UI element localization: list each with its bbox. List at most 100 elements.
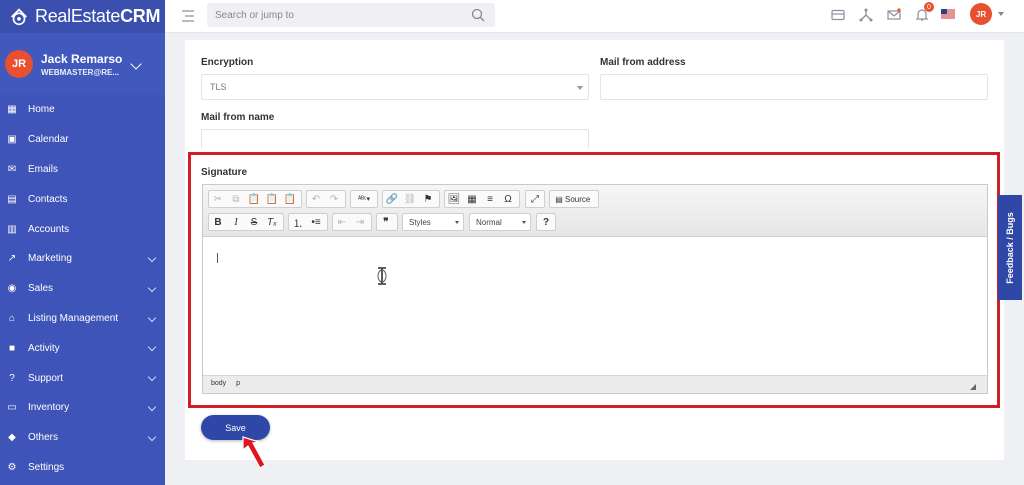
mail-from-name-input[interactable] bbox=[201, 129, 589, 149]
paste-icon[interactable]: 📋 bbox=[245, 191, 263, 207]
ibeam-cursor-icon bbox=[377, 267, 387, 285]
blockquote-icon[interactable]: ❞ bbox=[377, 214, 395, 230]
sidebar-item-listing-management[interactable]: ⌂ Listing Management bbox=[0, 304, 165, 334]
path-body[interactable]: body bbox=[211, 380, 226, 387]
trend-icon: ↗ bbox=[7, 253, 17, 265]
sidebar-item-others[interactable]: ◆ Others bbox=[0, 423, 165, 453]
feedback-tab[interactable]: Feedback / Bugs bbox=[998, 195, 1022, 300]
outdent-icon[interactable]: ⇤ bbox=[333, 214, 351, 230]
list-group: ⒈ •≡ bbox=[288, 213, 328, 231]
spellcheck-group: ᴬᴮᶜ▾ bbox=[350, 190, 378, 208]
search-icon[interactable] bbox=[471, 8, 485, 22]
redo-icon[interactable]: ↷ bbox=[325, 191, 343, 207]
sidebar-item-label: Support bbox=[28, 372, 64, 384]
sidebar-item-label: Inventory bbox=[28, 402, 70, 414]
remove-format-icon[interactable]: Tₓ bbox=[263, 214, 281, 230]
undo-group: ↶ ↷ bbox=[306, 190, 346, 208]
chevron-down-icon[interactable] bbox=[147, 343, 157, 352]
numbered-list-icon[interactable]: ⒈ bbox=[289, 214, 307, 230]
undo-icon[interactable]: ↶ bbox=[307, 191, 325, 207]
contact-card-icon: ▤ bbox=[7, 193, 17, 205]
search-input[interactable] bbox=[207, 3, 457, 27]
blockquote-group: ❞ bbox=[376, 213, 398, 231]
briefcase-icon: ■ bbox=[8, 342, 16, 354]
horizontal-rule-icon[interactable]: ≡ bbox=[481, 191, 499, 207]
path-p[interactable]: p bbox=[236, 380, 240, 387]
resize-handle-icon[interactable] bbox=[970, 384, 976, 390]
paste-word-icon[interactable]: 📋 bbox=[281, 191, 299, 207]
anchor-flag-icon[interactable]: ⚑ bbox=[419, 191, 437, 207]
encryption-select[interactable]: TLS bbox=[201, 74, 589, 100]
us-flag-icon[interactable] bbox=[941, 9, 955, 19]
bulleted-list-icon[interactable]: •≡ bbox=[307, 214, 325, 230]
paste-text-icon[interactable]: 📋 bbox=[263, 191, 281, 207]
format-combo[interactable]: Normal bbox=[469, 213, 531, 231]
italic-icon[interactable]: I bbox=[227, 214, 245, 230]
chevron-down-icon[interactable] bbox=[147, 432, 157, 442]
unlink-icon[interactable]: ⛓ bbox=[401, 191, 419, 207]
source-button[interactable]: ▤ Source bbox=[549, 190, 599, 208]
chevron-down-icon[interactable] bbox=[147, 253, 157, 263]
source-icon: ▤ bbox=[555, 194, 563, 204]
caret-down-icon[interactable] bbox=[998, 12, 1004, 16]
sidebar-item-calendar[interactable]: ▣ Calendar bbox=[0, 125, 165, 155]
indent-group: ⇤ ⇥ bbox=[332, 213, 372, 231]
sidebar-item-emails[interactable]: ✉ Emails bbox=[0, 155, 165, 185]
sidebar-item-label: Sales bbox=[28, 283, 54, 295]
laptop-icon: ▭ bbox=[7, 402, 17, 414]
sidebar-item-activity[interactable]: ■ Activity bbox=[0, 333, 165, 363]
combo-arrow-icon bbox=[455, 221, 459, 224]
sidebar-item-sales[interactable]: ◉ Sales bbox=[0, 274, 165, 304]
sidebar: RealEstateCRM JR Jack Remarso WEBMASTER@… bbox=[0, 0, 165, 485]
user-email: WEBMASTER@RE... bbox=[41, 67, 120, 77]
chevron-down-icon[interactable] bbox=[147, 402, 157, 412]
menu-toggle-icon[interactable] bbox=[181, 10, 195, 22]
strike-icon[interactable]: S bbox=[245, 214, 263, 230]
table-icon[interactable]: ▦ bbox=[463, 191, 481, 207]
encryption-value: TLS bbox=[210, 82, 227, 92]
styles-combo[interactable]: Styles bbox=[402, 213, 464, 231]
chevron-down-icon[interactable] bbox=[147, 313, 157, 322]
sidebar-item-support[interactable]: ? Support bbox=[0, 363, 165, 393]
mail-icon[interactable] bbox=[887, 8, 901, 22]
mail-from-address-input[interactable] bbox=[600, 74, 988, 100]
help-icon[interactable]: ? bbox=[537, 214, 555, 230]
card-icon[interactable] bbox=[831, 8, 845, 22]
top-avatar[interactable]: JR bbox=[970, 3, 992, 25]
image-icon[interactable]: 🖼 bbox=[445, 191, 463, 207]
building-icon: ▥ bbox=[7, 223, 17, 235]
spellcheck-icon[interactable]: ᴬᴮᶜ▾ bbox=[351, 191, 377, 207]
topbar: 0 JR bbox=[165, 0, 1024, 33]
source-label: Source bbox=[565, 194, 591, 204]
copy-icon[interactable]: ⧉ bbox=[227, 191, 245, 207]
cut-icon[interactable]: ✂ bbox=[209, 191, 227, 207]
sidebar-item-settings[interactable]: ⚙ Settings bbox=[0, 453, 165, 483]
sidebar-item-marketing[interactable]: ↗ Marketing bbox=[0, 244, 165, 274]
indent-icon[interactable]: ⇥ bbox=[351, 214, 369, 230]
link-group: 🔗 ⛓ ⚑ bbox=[382, 190, 440, 208]
grid-icon: ▦ bbox=[7, 104, 17, 116]
sidebar-item-label: Activity bbox=[28, 342, 60, 354]
brand[interactable]: RealEstateCRM bbox=[0, 0, 165, 33]
network-icon[interactable] bbox=[859, 8, 873, 22]
editor-toolbar: ✂ ⧉ 📋 📋 📋 ↶ ↷ ᴬᴮᶜ▾ 🔗 ⛓ ⚑ 🖼 ▦ ≡ Ω ⤢ ▤ Sou… bbox=[203, 185, 987, 237]
maximize-icon[interactable]: ⤢ bbox=[526, 191, 544, 207]
sidebar-item-accounts[interactable]: ▥ Accounts bbox=[0, 214, 165, 244]
mail-from-address-label: Mail from address bbox=[600, 57, 686, 68]
editor-statusbar: body p bbox=[203, 375, 987, 393]
sidebar-item-home[interactable]: ▦ Home bbox=[0, 95, 165, 125]
sidebar-item-label: Accounts bbox=[28, 223, 70, 235]
calendar-icon: ▣ bbox=[7, 134, 17, 146]
combo-arrow-icon bbox=[522, 221, 526, 224]
encryption-label: Encryption bbox=[201, 57, 254, 68]
select-arrow-icon bbox=[577, 86, 583, 90]
editor-content[interactable] bbox=[203, 237, 987, 375]
link-icon[interactable]: 🔗 bbox=[383, 191, 401, 207]
chevron-down-icon[interactable] bbox=[147, 372, 157, 382]
bold-icon[interactable]: B bbox=[209, 214, 227, 230]
red-arrow-icon bbox=[242, 436, 266, 469]
sidebar-item-contacts[interactable]: ▤ Contacts bbox=[0, 184, 165, 214]
sidebar-item-inventory[interactable]: ▭ Inventory bbox=[0, 393, 165, 423]
special-char-icon[interactable]: Ω bbox=[499, 191, 517, 207]
chevron-down-icon[interactable] bbox=[147, 283, 157, 293]
